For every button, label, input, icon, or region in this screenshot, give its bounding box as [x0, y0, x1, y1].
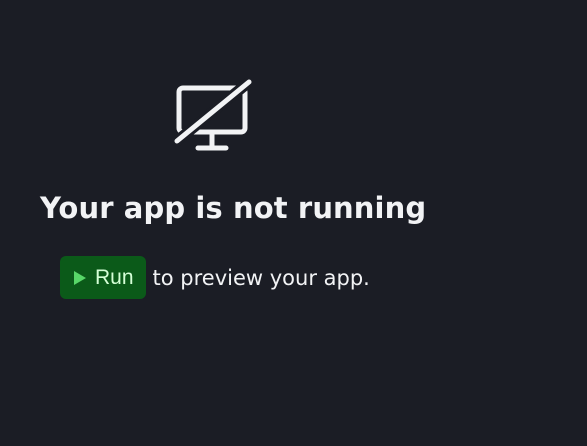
app-not-running-heading: Your app is not running [40, 191, 427, 225]
preview-instruction-text: to preview your app. [152, 265, 370, 290]
run-instruction: Run to preview your app. [60, 256, 370, 299]
run-button[interactable]: Run [60, 256, 146, 299]
app-preview-panel: Your app is not running Run to preview y… [0, 0, 587, 446]
run-button-label: Run [95, 266, 134, 289]
play-icon [73, 270, 87, 286]
monitor-off-icon [172, 78, 252, 152]
